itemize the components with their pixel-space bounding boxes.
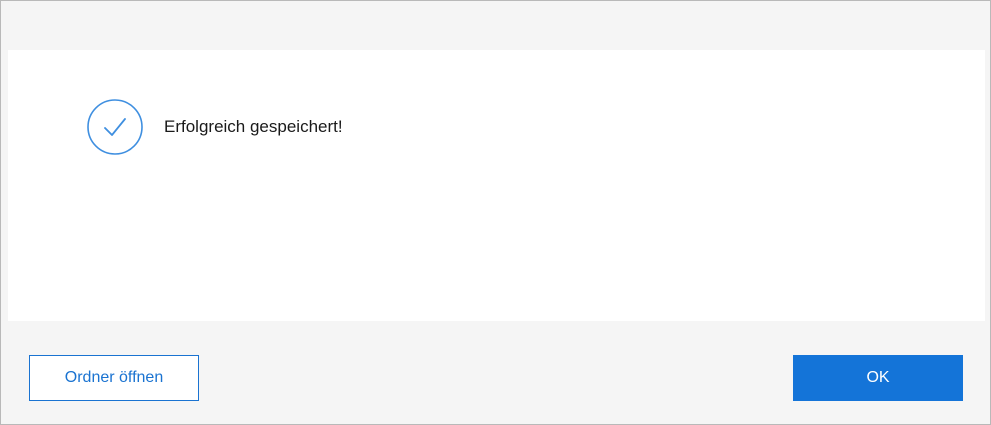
- checkmark-circle-icon: [87, 99, 143, 155]
- dialog-footer: Ordner öffnen OK: [1, 321, 990, 424]
- ok-button[interactable]: OK: [793, 355, 963, 401]
- save-success-dialog: Erfolgreich gespeichert! Ordner öffnen O…: [0, 0, 991, 425]
- dialog-title-bar: [1, 1, 990, 50]
- open-folder-button[interactable]: Ordner öffnen: [29, 355, 199, 401]
- dialog-content: Erfolgreich gespeichert!: [8, 50, 985, 321]
- success-message: Erfolgreich gespeichert!: [164, 117, 343, 136]
